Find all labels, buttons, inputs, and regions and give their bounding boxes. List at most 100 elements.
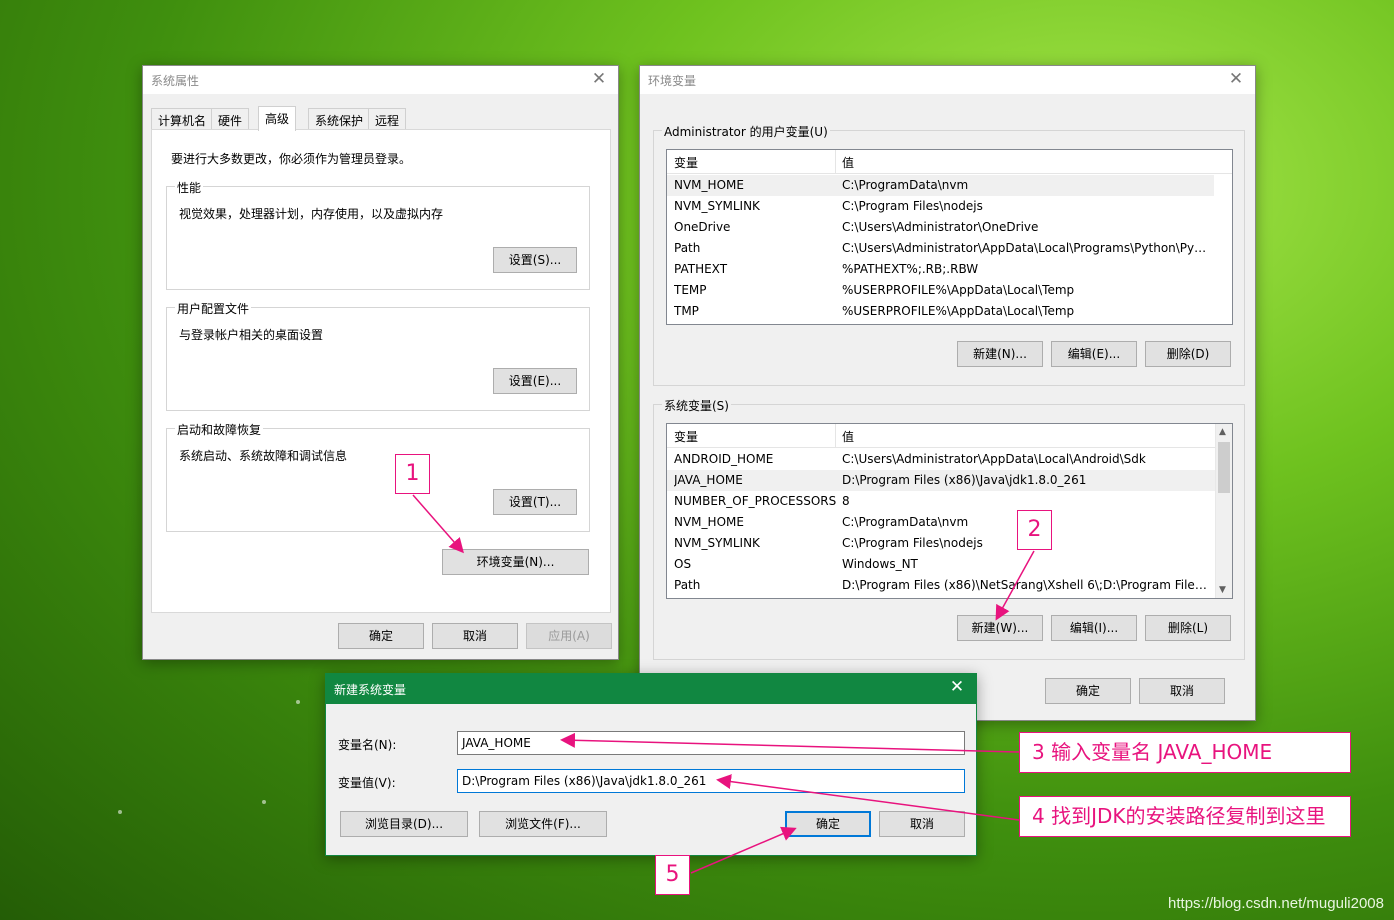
- table-row[interactable]: ANDROID_HOME C:\Users\Administrator\AppDa…: [667, 449, 1232, 470]
- column-header-variable[interactable]: 变量: [674, 428, 698, 445]
- scroll-thumb[interactable]: [1218, 442, 1230, 493]
- variable-name-label: 变量名(N):: [338, 738, 397, 752]
- cancel-button[interactable]: 取消: [1139, 678, 1225, 704]
- variable-name: NUMBER_OF_PROCESSORS: [674, 494, 836, 508]
- user-delete-button[interactable]: 删除(D): [1145, 341, 1231, 367]
- table-row[interactable]: OS Windows_NT: [667, 554, 1232, 575]
- variable-value: C:\Program Files\nodejs: [842, 199, 983, 213]
- system-delete-button[interactable]: 删除(L): [1145, 615, 1231, 641]
- ok-button[interactable]: 确定: [785, 811, 871, 837]
- table-row[interactable]: TMP %USERPROFILE%\AppData\Local\Temp: [667, 301, 1232, 322]
- apply-button[interactable]: 应用(A): [526, 623, 612, 649]
- user-variables-list[interactable]: 变量 值 NVM_HOME C:\ProgramData\nvm NVM_SYML…: [666, 149, 1233, 325]
- variable-name: PATHEXT: [674, 262, 728, 276]
- table-row[interactable]: Path C:\Users\Administrator\AppData\Local…: [667, 238, 1232, 259]
- startup-recovery-label: 启动和故障恢复: [175, 421, 264, 438]
- user-profiles-label: 用户配置文件: [175, 300, 252, 317]
- list-header: 变量 值: [667, 150, 1232, 174]
- variable-value: C:\Users\Administrator\AppData\Local\And…: [842, 452, 1146, 466]
- system-variables-group: 系统变量(S) 变量 值 ANDROID_HOME C:\Users\Admini…: [653, 397, 1245, 660]
- performance-group: 性能 视觉效果，处理器计划，内存使用，以及虚拟内存 设置(S)...: [166, 179, 590, 290]
- variable-name: TEMP: [674, 283, 707, 297]
- user-variables-label: Administrator 的用户变量(U): [662, 123, 830, 140]
- cancel-button[interactable]: 取消: [879, 811, 965, 837]
- variable-name: OS: [674, 557, 692, 571]
- browse-directory-button[interactable]: 浏览目录(D)...: [340, 811, 468, 837]
- column-separator[interactable]: [835, 424, 836, 447]
- variable-value-field[interactable]: D:\Program Files (x86)\Java\jdk1.8.0_261: [457, 769, 965, 793]
- variable-value: D:\Program Files (x86)\NetSarang\Xshell …: [842, 578, 1212, 592]
- scroll-down-arrow-icon[interactable]: ▼: [1219, 585, 1226, 595]
- user-profiles-group: 用户配置文件 与登录帐户相关的桌面设置 设置(E)...: [166, 300, 590, 411]
- close-icon[interactable]: ✕: [1225, 68, 1247, 90]
- table-row[interactable]: NUMBER_OF_PROCESSORS 8: [667, 491, 1232, 512]
- variable-value: %PATHEXT%;.RB;.RBW: [842, 262, 979, 276]
- scrollbar[interactable]: ▲ ▼: [1215, 424, 1232, 598]
- table-row[interactable]: Path D:\Program Files (x86)\NetSarang\Xsh…: [667, 575, 1232, 596]
- new-variable-titlebar: 新建系统变量 ✕: [326, 674, 976, 704]
- tab-system-protection[interactable]: 系统保护: [308, 108, 371, 130]
- table-row[interactable]: NVM_HOME C:\ProgramData\nvm: [667, 175, 1214, 196]
- variable-name-field[interactable]: JAVA_HOME: [457, 731, 965, 755]
- annotation-step-5: 5: [655, 855, 690, 895]
- tab-advanced[interactable]: 高级: [258, 106, 297, 131]
- table-row[interactable]: NVM_HOME C:\ProgramData\nvm: [667, 512, 1232, 533]
- close-icon[interactable]: ✕: [946, 677, 968, 697]
- background-sparkle: [296, 700, 300, 704]
- user-variables-group: Administrator 的用户变量(U) 变量 值 NVM_HOME C:\P…: [653, 123, 1245, 386]
- table-row[interactable]: OneDrive C:\Users\Administrator\OneDrive: [667, 217, 1232, 238]
- table-row[interactable]: JAVA_HOME D:\Program Files (x86)\Java\jdk…: [667, 470, 1216, 491]
- table-row[interactable]: NVM_SYMLINK C:\Program Files\nodejs: [667, 196, 1232, 217]
- dialog-title: 系统属性: [151, 74, 200, 88]
- tab-hardware[interactable]: 硬件: [211, 108, 250, 130]
- table-row[interactable]: PATHEXT %PATHEXT%;.RB;.RBW: [667, 259, 1232, 280]
- system-properties-dialog: 系统属性 ✕ 计算机名 硬件 高级 系统保护 远程 要进行大多数更改，你必须作为…: [142, 65, 619, 660]
- annotation-step-2: 2: [1017, 510, 1052, 550]
- user-edit-button[interactable]: 编辑(E)...: [1051, 341, 1137, 367]
- cancel-button[interactable]: 取消: [432, 623, 518, 649]
- close-icon[interactable]: ✕: [588, 68, 610, 90]
- system-edit-button[interactable]: 编辑(I)...: [1051, 615, 1137, 641]
- admin-notice: 要进行大多数更改，你必须作为管理员登录。: [171, 152, 412, 166]
- annotation-step-4: 4 找到JDK的安装路径复制到这里: [1019, 796, 1351, 837]
- scroll-up-arrow-icon[interactable]: ▲: [1219, 427, 1226, 437]
- table-row[interactable]: NVM_SYMLINK C:\Program Files\nodejs: [667, 533, 1232, 554]
- performance-settings-button[interactable]: 设置(S)...: [493, 247, 577, 273]
- startup-recovery-settings-button[interactable]: 设置(T)...: [493, 489, 577, 515]
- tab-remote[interactable]: 远程: [368, 108, 407, 130]
- system-variables-list[interactable]: 变量 值 ANDROID_HOME C:\Users\Administrator\…: [666, 423, 1233, 599]
- environment-variables-dialog: 环境变量 ✕ Administrator 的用户变量(U) 变量 值 NVM_H…: [639, 65, 1256, 721]
- watermark: https://blog.csdn.net/muguli2008: [1168, 895, 1384, 912]
- column-separator[interactable]: [835, 150, 836, 173]
- variable-name: NVM_HOME: [674, 178, 744, 192]
- performance-description: 视觉效果，处理器计划，内存使用，以及虚拟内存: [179, 207, 444, 221]
- variable-name: NVM_SYMLINK: [674, 536, 760, 550]
- advanced-tab-panel: 要进行大多数更改，你必须作为管理员登录。 性能 视觉效果，处理器计划，内存使用，…: [151, 129, 611, 613]
- variable-name: ANDROID_HOME: [674, 452, 774, 466]
- column-header-variable[interactable]: 变量: [674, 154, 698, 171]
- variable-value: C:\Users\Administrator\OneDrive: [842, 220, 1039, 234]
- column-header-value[interactable]: 值: [842, 154, 854, 171]
- system-new-button[interactable]: 新建(W)...: [957, 615, 1043, 641]
- dialog-title: 新建系统变量: [334, 683, 407, 697]
- ok-button[interactable]: 确定: [1045, 678, 1131, 704]
- variable-name: Path: [674, 578, 701, 592]
- dialog-title: 环境变量: [648, 74, 697, 88]
- variable-name: NVM_SYMLINK: [674, 199, 760, 213]
- variable-value: C:\Users\Administrator\AppData\Local\Pro…: [842, 241, 1208, 255]
- variable-name: JAVA_HOME: [674, 473, 743, 487]
- annotation-step-3: 3 输入变量名 JAVA_HOME: [1019, 732, 1351, 773]
- environment-variables-titlebar: 环境变量 ✕: [640, 66, 1255, 94]
- variable-value: %USERPROFILE%\AppData\Local\Temp: [842, 283, 1075, 297]
- tab-computer-name[interactable]: 计算机名: [151, 108, 214, 130]
- variable-name: NVM_HOME: [674, 515, 744, 529]
- user-profiles-settings-button[interactable]: 设置(E)...: [493, 368, 577, 394]
- variable-name: Path: [674, 241, 701, 255]
- table-row[interactable]: TEMP %USERPROFILE%\AppData\Local\Temp: [667, 280, 1232, 301]
- variable-value: C:\ProgramData\nvm: [842, 178, 969, 192]
- column-header-value[interactable]: 值: [842, 428, 854, 445]
- environment-variables-button[interactable]: 环境变量(N)...: [442, 549, 589, 575]
- user-new-button[interactable]: 新建(N)...: [957, 341, 1043, 367]
- browse-file-button[interactable]: 浏览文件(F)...: [479, 811, 607, 837]
- ok-button[interactable]: 确定: [338, 623, 424, 649]
